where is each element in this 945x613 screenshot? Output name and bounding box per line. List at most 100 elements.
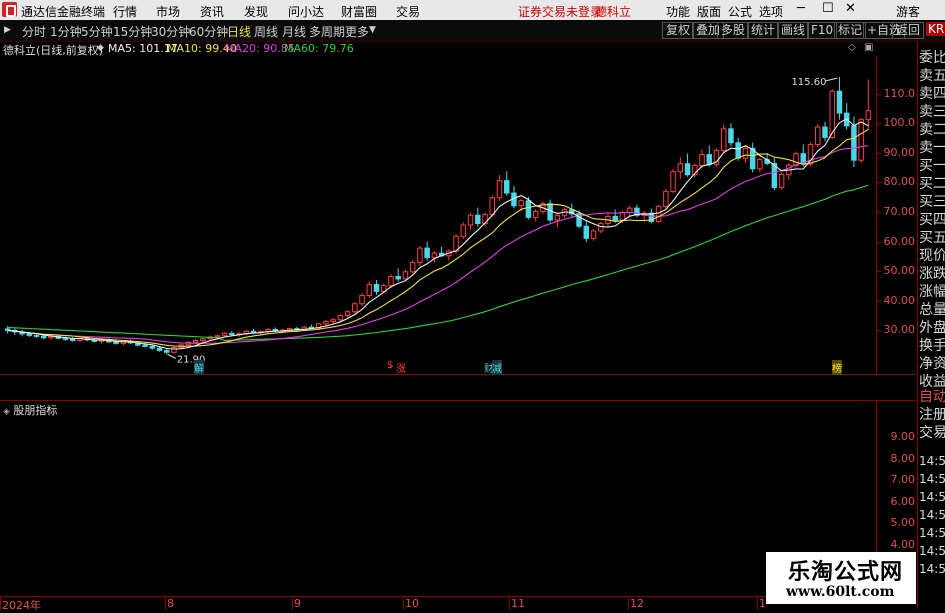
candle-body	[214, 335, 221, 338]
period-multi[interactable]: 多周期	[309, 23, 345, 40]
candle-body	[677, 163, 684, 173]
tick-time-entry: 14:56	[919, 454, 945, 468]
period-timeshare[interactable]: 分时	[22, 23, 46, 40]
candle-body	[728, 128, 734, 144]
period-weekly[interactable]: 周线	[254, 23, 278, 40]
button-back[interactable]: 返回	[892, 22, 925, 39]
candle-body	[532, 210, 539, 218]
guest-label[interactable]: 游客	[896, 3, 920, 20]
period-more[interactable]: 更多	[345, 23, 369, 40]
candle-body	[503, 180, 510, 194]
menu-function[interactable]: 功能	[666, 3, 690, 20]
watermark-url: www.60lt.com	[786, 584, 895, 600]
low-pointer	[167, 353, 176, 359]
quote-field-label[interactable]: 注册	[919, 404, 945, 424]
candle-body	[851, 125, 857, 161]
button-adjust[interactable]: 复权	[662, 22, 695, 39]
candle-body	[612, 215, 618, 221]
kr-button[interactable]: KR	[926, 22, 945, 36]
tick-time-entry: 14:56	[919, 526, 945, 540]
menu-formula[interactable]: 公式	[728, 3, 752, 20]
menu-markets[interactable]: 市场	[156, 3, 180, 20]
candle-body	[496, 180, 503, 199]
menu-discover[interactable]: 发现	[244, 3, 268, 20]
button-mark[interactable]: 标记	[834, 22, 867, 39]
candle-body	[337, 315, 344, 321]
marker-dollar[interactable]: $	[387, 360, 393, 371]
toolbar-arrow-icon[interactable]: ▶	[4, 25, 11, 35]
candle-body	[742, 147, 749, 159]
close-icon[interactable]: ✕	[845, 1, 856, 16]
candle-body	[388, 276, 394, 287]
menu-options[interactable]: 选项	[759, 3, 783, 20]
candle-body	[62, 337, 69, 340]
tick-time-entry: 14:56	[919, 490, 945, 504]
candle-body	[489, 197, 495, 216]
menu-ask[interactable]: 问小达	[288, 3, 324, 20]
menu-trade[interactable]: 交易	[396, 3, 420, 20]
candle-body	[670, 171, 676, 193]
quote-field-label: 涨跌	[919, 266, 945, 282]
indicator-tick-label: 6.00	[890, 494, 916, 508]
menu-wealth[interactable]: 财富圈	[341, 3, 377, 20]
marker-reduce[interactable]: 减	[492, 360, 502, 375]
period-60min[interactable]: 60分钟	[189, 23, 228, 40]
button-multi-stock[interactable]: 多股	[717, 22, 750, 39]
period-daily[interactable]: 日线	[227, 23, 251, 40]
candle-body	[344, 311, 351, 317]
period-monthly[interactable]: 月线	[282, 23, 306, 40]
button-stats[interactable]: 统计	[747, 22, 780, 39]
site-watermark: 乐淘公式网 www.60lt.com	[766, 552, 916, 604]
quote-field-label: 卖二	[919, 122, 945, 138]
period-5min[interactable]: 5分钟	[81, 23, 113, 40]
indicator-toggle-icon[interactable]: ◈	[3, 407, 10, 417]
quote-field-label: 总量	[919, 302, 945, 318]
indicator-tick-label: 8.00	[890, 451, 916, 465]
marker-unlock[interactable]: 解	[194, 360, 204, 375]
button-draw[interactable]: 画线	[777, 22, 810, 39]
candle-body	[229, 332, 235, 336]
quote-field-label[interactable]: 交易	[919, 422, 945, 442]
button-f10[interactable]: F10	[807, 22, 838, 39]
marker-rank[interactable]: 榜	[832, 360, 842, 375]
candle-body	[699, 154, 705, 167]
marker-rise[interactable]: 涨	[396, 360, 406, 375]
period-15min[interactable]: 15分钟	[113, 23, 152, 40]
expand-diamond-icon[interactable]: ◇	[848, 42, 856, 53]
candlestick-chart[interactable]: 115.6021.90	[0, 56, 876, 374]
candle-body	[424, 247, 430, 259]
candle-body	[619, 212, 626, 221]
date-tick	[0, 597, 1, 610]
price-tick	[877, 212, 881, 213]
menu-market[interactable]: 行情	[113, 3, 137, 20]
login-notice[interactable]: 证券交易未登录	[518, 3, 602, 20]
menu-layout[interactable]: 版面	[697, 3, 721, 20]
quote-field-label: 买三	[919, 194, 945, 210]
high-price-label: 115.60	[791, 77, 826, 88]
candle-body	[402, 271, 409, 280]
candle-body	[373, 284, 380, 292]
menu-news[interactable]: 资讯	[200, 3, 224, 20]
more-dropdown-icon[interactable]: ▼	[369, 25, 376, 35]
minimize-icon[interactable]: ─	[797, 1, 805, 16]
candle-body	[156, 347, 163, 352]
candle-body	[655, 205, 662, 222]
period-30min[interactable]: 30分钟	[151, 23, 190, 40]
quote-side-panel: 委比 卖五 卖四 卖三 卖二 卖一 买一 买二 买三 买四 买五 现价 涨跌 涨幅 总量 外盘 换手 净资 收益 自动…	[917, 42, 945, 609]
title-bar: 通达信金融终端 行情 市场 资讯 发现 问小达 财富圈 交易 证券交易未登录 德…	[0, 0, 945, 20]
candle-body	[793, 153, 799, 166]
candle-body	[467, 214, 474, 226]
quote-field-label[interactable]: 自动	[919, 386, 945, 406]
candle-body	[590, 230, 597, 239]
candle-body	[171, 347, 177, 353]
settings-diamond-icon[interactable]: ◆	[97, 43, 104, 53]
candle-body	[330, 319, 336, 323]
candle-body	[149, 345, 156, 349]
candle-body	[69, 338, 76, 341]
period-1min[interactable]: 1分钟	[50, 23, 82, 40]
indicator-header: ◈ 股朋指标	[3, 402, 57, 418]
panel-toggle-icon[interactable]: ▣	[864, 42, 873, 53]
date-tick	[509, 597, 510, 610]
maximize-icon[interactable]: ☐	[822, 1, 834, 16]
period-toolbar: ▶ 分时 1分钟 5分钟 15分钟 30分钟 60分钟 日线 周线 月线 多周期…	[0, 20, 945, 42]
